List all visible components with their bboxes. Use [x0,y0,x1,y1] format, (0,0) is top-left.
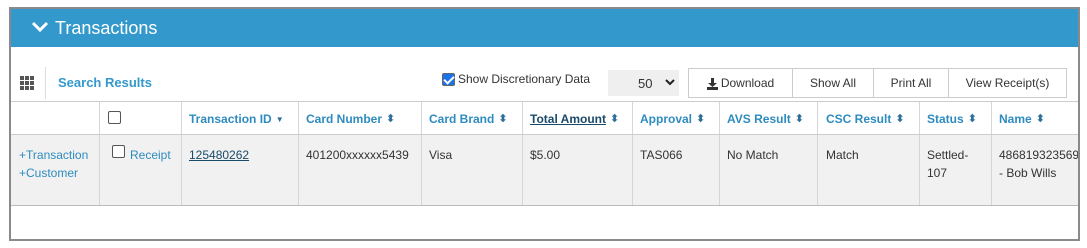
add-customer-link[interactable]: +Customer [19,164,78,182]
column-header-avs-result[interactable]: AVS Result ⬍ [727,112,804,126]
chevron-down-icon[interactable] [31,21,49,33]
column-header-card-brand[interactable]: Card Brand ⬍ [429,112,508,126]
column-divider [421,102,422,134]
column-divider [298,102,299,134]
page-size-select[interactable]: 50 [608,70,679,96]
results-table: Transaction ID ▼ Card Number ⬍ Card Brand ⬍… [11,101,1078,206]
download-icon [706,77,718,90]
add-transaction-link[interactable]: +Transaction [19,146,88,164]
column-divider [632,135,633,205]
download-label: Download [720,76,775,90]
panel-header[interactable]: Transactions [11,9,1078,47]
toolbar-divider [45,67,46,99]
column-divider [99,135,100,205]
download-button[interactable]: Download [688,68,793,98]
column-header-approval[interactable]: Approval ⬍ [640,112,705,126]
column-header-total-amount[interactable]: Total Amount ⬍ [530,112,619,126]
sort-icon: ⬍ [609,113,620,125]
column-divider [719,102,720,134]
sort-icon: ⬍ [386,113,396,125]
sort-icon: ⬍ [498,113,508,125]
column-divider [522,102,523,134]
show-all-button[interactable]: Show All [792,68,874,98]
sort-icon: ⬍ [895,113,905,125]
column-divider [99,102,100,134]
total-amount-cell: $5.00 [530,148,561,162]
approval-cell: TAS066 [640,148,683,162]
sort-icon: ⬍ [967,113,977,125]
name-cell-line2: - Bob Wills [999,166,1057,180]
select-all-checkbox[interactable] [108,111,121,124]
column-divider [817,135,818,205]
column-header-transaction-id[interactable]: Transaction ID ▼ [189,112,284,126]
print-all-button[interactable]: Print All [873,68,949,98]
view-receipts-button[interactable]: View Receipt(s) [948,68,1067,98]
status-cell-line2: 107 [927,166,948,180]
column-divider [719,135,720,205]
column-header-name[interactable]: Name ⬍ [999,112,1045,126]
column-header-card-number[interactable]: Card Number ⬍ [306,112,395,126]
column-divider [298,135,299,205]
column-divider [421,135,422,205]
avs-result-cell: No Match [727,148,779,162]
sort-desc-icon: ▼ [275,115,284,124]
chevron-down-icon [665,79,675,86]
card-brand-cell: Visa [429,148,453,162]
row-select-checkbox[interactable] [112,145,125,158]
grid-icon[interactable] [20,76,34,90]
card-number-cell: 401200xxxxxx5439 [306,148,409,162]
discretionary-checkbox[interactable] [442,72,455,86]
transactions-panel: Transactions Search Results Show Discret… [9,7,1080,241]
sort-icon: ⬍ [1035,113,1045,125]
column-divider [522,135,523,205]
show-discretionary-toggle[interactable]: Show Discretionary Data [442,72,590,86]
table-header-row: Transaction ID ▼ Card Number ⬍ Card Brand ⬍… [11,102,1078,135]
column-divider [919,135,920,205]
column-divider [817,102,818,134]
panel-title: Transactions [55,18,158,38]
transaction-id-link[interactable]: 125480262 [189,146,249,164]
page-size-value: 50 [638,76,653,91]
sort-icon: ⬍ [794,113,805,125]
table-row: +Transaction +Customer Receipt 125480262… [11,135,1078,206]
search-results-heading: Search Results [58,75,152,90]
column-divider [991,135,992,205]
column-divider [181,135,182,205]
status-cell-line1: Settled- [927,148,969,162]
name-cell-line1: 486819323569 [999,148,1080,162]
column-divider [181,102,182,134]
column-header-csc-result[interactable]: CSC Result ⬍ [826,112,905,126]
receipt-link[interactable]: Receipt [130,146,171,164]
column-header-status[interactable]: Status ⬍ [927,112,977,126]
column-divider [919,102,920,134]
csc-result-cell: Match [826,148,859,162]
column-divider [991,102,992,134]
sort-icon: ⬍ [696,113,706,125]
results-toolbar: Search Results Show Discretionary Data 5… [11,65,1078,101]
discretionary-label: Show Discretionary Data [458,72,591,86]
column-divider [632,102,633,134]
